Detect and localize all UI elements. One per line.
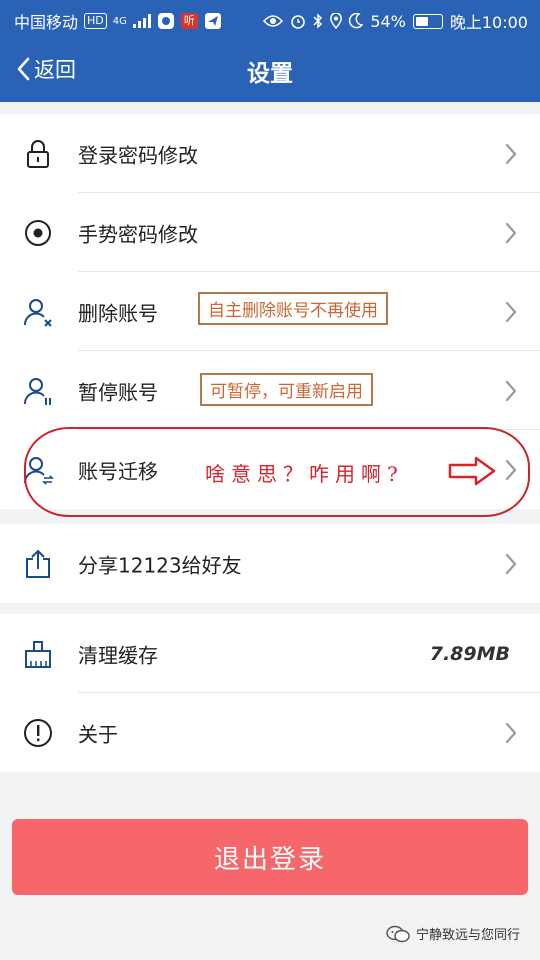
- user-pause-icon: [23, 377, 51, 405]
- wechat-icon: [386, 925, 410, 942]
- moon-icon: [349, 13, 364, 29]
- suspend-account-label: 暂停账号: [78, 380, 158, 404]
- app-notification-icon: [157, 13, 174, 29]
- battery-fill: [415, 16, 428, 26]
- location-icon: [330, 13, 343, 29]
- status-bar: 中国移动 HD 4G 听 54% 晚上10:00: [0, 0, 540, 38]
- suspend-annotation: 可暂停，可重新启用: [200, 373, 373, 406]
- signal-icon: [132, 14, 151, 28]
- chevron-right-icon: [505, 722, 517, 743]
- status-bar-left: 中国移动 HD 4G 听: [14, 9, 222, 33]
- about-label: 关于: [78, 722, 118, 746]
- send-icon: [204, 13, 221, 29]
- status-bar-right: 54% 晚上10:00: [263, 9, 528, 33]
- gesture-password-row[interactable]: 手势密码修改: [0, 193, 540, 272]
- misc-group: 清理缓存 7.89MB 关于: [0, 614, 540, 772]
- app-badge: 听: [180, 13, 198, 29]
- eye-icon: [263, 15, 284, 27]
- nav-bar: 返回 设置: [0, 38, 540, 102]
- cache-size-value: 7.89MB: [429, 642, 510, 665]
- clock: 晚上10:00: [449, 13, 528, 32]
- login-password-row[interactable]: 登录密码修改: [0, 114, 540, 193]
- clear-cache-label: 清理缓存: [78, 643, 158, 667]
- share-icon: [26, 549, 50, 578]
- battery-icon: [412, 13, 443, 29]
- alarm-icon: [291, 15, 306, 29]
- about-row[interactable]: 关于: [0, 693, 540, 772]
- lock-icon: [27, 139, 49, 168]
- share-label: 分享12123给好友: [78, 553, 242, 577]
- arrow-right-icon: [448, 456, 496, 486]
- carrier-name: 中国移动: [14, 13, 79, 32]
- chevron-right-icon: [505, 553, 517, 574]
- chevron-right-icon: [505, 222, 517, 243]
- network-type: 4G: [112, 15, 127, 27]
- migrate-annotation: 啥意思？咋用啊?: [205, 462, 404, 486]
- login-password-label: 登录密码修改: [78, 143, 198, 167]
- bluetooth-icon: [313, 13, 323, 29]
- delete-account-label: 删除账号: [78, 301, 158, 325]
- watermark-text: 宁静致远与您同行: [415, 928, 520, 943]
- battery-percent: 54%: [370, 11, 406, 31]
- chevron-right-icon: [505, 301, 517, 322]
- chevron-right-icon: [505, 143, 517, 164]
- user-remove-icon: [23, 298, 52, 327]
- broom-icon: [25, 640, 51, 668]
- gesture-icon: [25, 219, 51, 246]
- share-row[interactable]: 分享12123给好友: [0, 524, 540, 603]
- info-icon: [24, 718, 52, 747]
- delete-annotation: 自主删除账号不再使用: [198, 292, 388, 325]
- chevron-right-icon: [505, 380, 517, 401]
- logout-button[interactable]: 退出登录: [12, 819, 528, 895]
- clear-cache-row[interactable]: 清理缓存 7.89MB: [0, 614, 540, 693]
- watermark: 宁静致远与您同行: [386, 924, 520, 943]
- gesture-password-label: 手势密码修改: [78, 222, 198, 246]
- page-title: 设置: [247, 61, 293, 87]
- share-group: 分享12123给好友: [0, 524, 540, 603]
- hd-badge: HD: [84, 13, 107, 29]
